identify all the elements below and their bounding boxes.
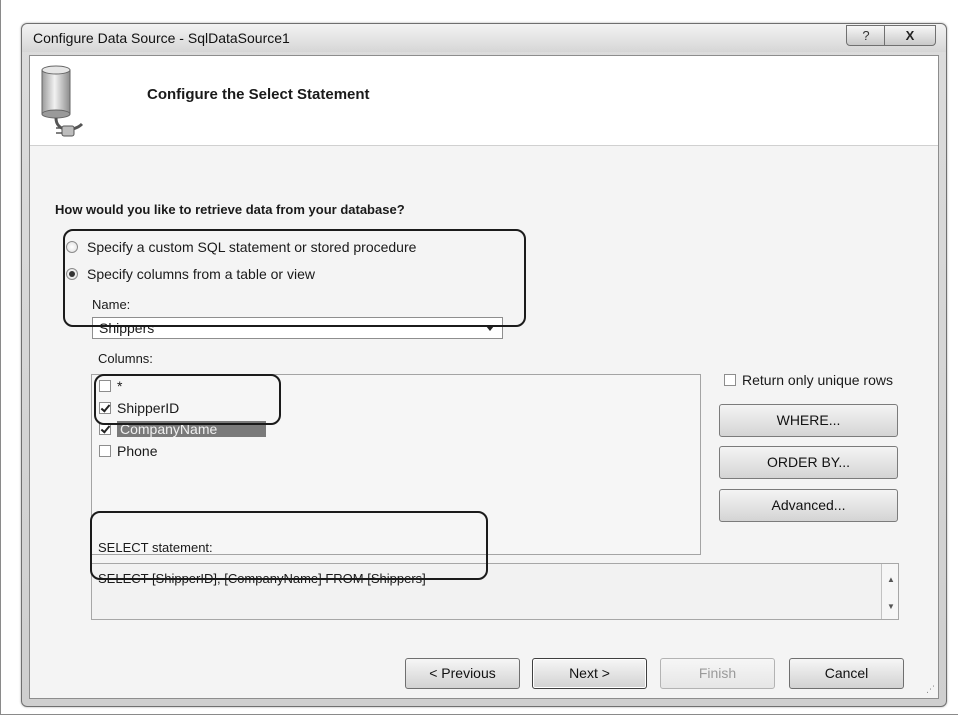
column-checkbox[interactable]: [99, 380, 111, 392]
column-checkbox[interactable]: [99, 423, 111, 435]
window-title: Configure Data Source - SqlDataSource1: [33, 30, 290, 46]
column-label: ShipperID: [117, 400, 180, 416]
database-plug-icon: [41, 65, 84, 137]
name-label: Name:: [92, 297, 131, 312]
column-label: *: [117, 378, 123, 394]
custom-sql-label: Specify a custom SQL statement or stored…: [87, 239, 417, 255]
select-statement-text: SELECT [ShipperID], [CompanyName] FROM […: [98, 571, 426, 586]
column-item-all[interactable]: *: [99, 378, 122, 394]
wizard-header: Configure the Select Statement: [30, 56, 938, 146]
column-label: CompanyName: [117, 421, 266, 437]
cancel-button[interactable]: Cancel: [789, 658, 904, 689]
resize-grip-icon[interactable]: ⋰: [926, 684, 935, 695]
retrieve-question: How would you like to retrieve data from…: [55, 202, 405, 217]
scroll-down-icon[interactable]: ▼: [887, 602, 895, 611]
previous-button[interactable]: < Previous: [405, 658, 520, 689]
unique-rows-checkbox[interactable]: [724, 374, 736, 386]
column-label: Phone: [117, 443, 158, 459]
unique-rows-option[interactable]: Return only unique rows: [724, 372, 893, 388]
column-item-phone[interactable]: Phone: [99, 443, 157, 459]
close-button[interactable]: X: [884, 25, 936, 46]
unique-rows-label: Return only unique rows: [742, 372, 893, 388]
columns-list[interactable]: * ShipperID CompanyName Phone: [91, 374, 701, 555]
columns-label: Columns:: [98, 351, 153, 366]
columns-option-label: Specify columns from a table or view: [87, 266, 315, 282]
columns-radio[interactable]: [66, 268, 78, 280]
column-checkbox[interactable]: [99, 445, 111, 457]
scroll-up-icon[interactable]: ▲: [887, 575, 895, 584]
column-item-companyname[interactable]: CompanyName: [99, 421, 266, 437]
title-bar[interactable]: Configure Data Source - SqlDataSource1 ?…: [22, 24, 946, 52]
finish-button[interactable]: Finish: [660, 658, 775, 689]
next-button[interactable]: Next >: [532, 658, 647, 689]
statement-scrollbar[interactable]: ▲ ▼: [881, 564, 898, 619]
column-item-shipperid[interactable]: ShipperID: [99, 400, 179, 416]
chevron-down-icon[interactable]: [486, 326, 494, 331]
select-statement-label: SELECT statement:: [98, 540, 213, 555]
where-button[interactable]: WHERE...: [719, 404, 898, 437]
advanced-button[interactable]: Advanced...: [719, 489, 898, 522]
custom-sql-radio[interactable]: [66, 241, 78, 253]
configure-data-source-dialog: Configure Data Source - SqlDataSource1 ?…: [21, 23, 947, 707]
table-name-dropdown[interactable]: Shippers: [92, 317, 503, 339]
table-name-value: Shippers: [99, 320, 155, 336]
page-title: Configure the Select Statement: [147, 86, 370, 103]
select-statement-box[interactable]: SELECT [ShipperID], [CompanyName] FROM […: [91, 563, 899, 620]
column-checkbox[interactable]: [99, 402, 111, 414]
order-by-button[interactable]: ORDER BY...: [719, 446, 898, 479]
columns-option[interactable]: Specify columns from a table or view: [66, 266, 315, 282]
help-button[interactable]: ?: [846, 25, 886, 46]
dialog-client-area: Configure the Select Statement How would…: [29, 55, 939, 699]
custom-sql-option[interactable]: Specify a custom SQL statement or stored…: [66, 239, 416, 255]
